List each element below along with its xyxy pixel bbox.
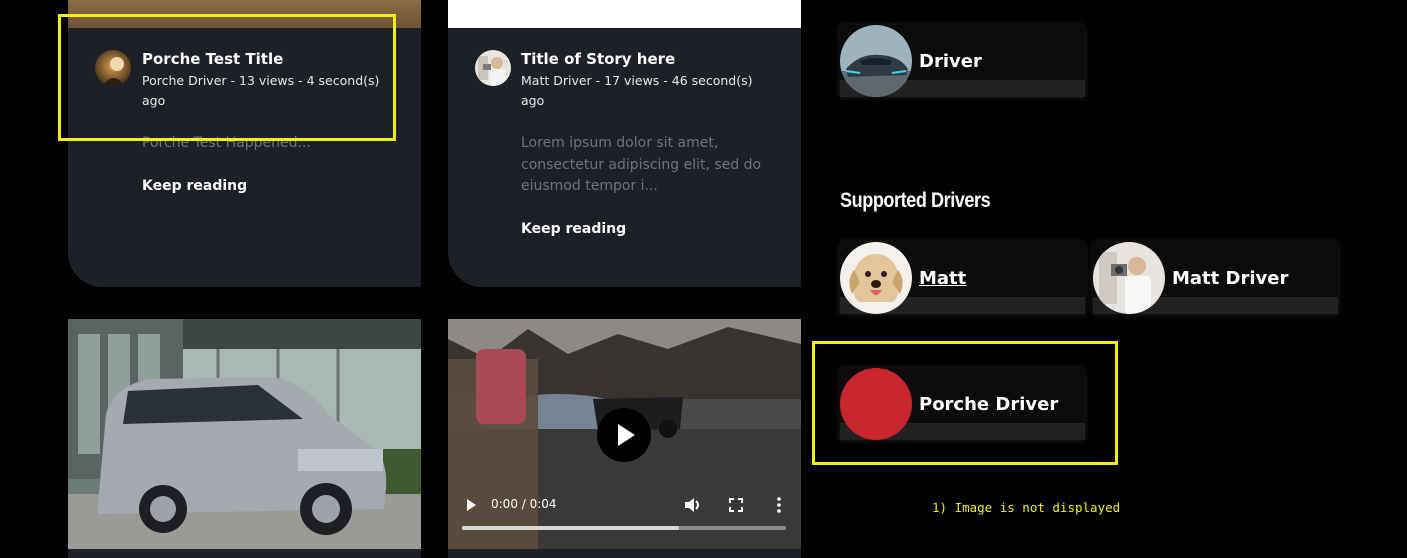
volume-icon[interactable] (684, 497, 702, 513)
story-card-2-meta: Matt Driver - 17 views - 46 second(s) ag… (521, 73, 753, 108)
image-bottom-bar (68, 549, 421, 558)
driver-name-top[interactable]: Driver (919, 51, 982, 72)
driver-avatar-optometry[interactable] (1093, 242, 1165, 314)
play-button[interactable] (597, 408, 651, 462)
driver-name-matt-driver[interactable]: Matt Driver (1172, 268, 1288, 289)
video-time: 0:00 / 0:04 (491, 497, 557, 511)
annotation-note: 1) Image is not displayed (932, 500, 1121, 515)
author-avatar[interactable] (475, 50, 511, 86)
video-progress-fill (462, 526, 680, 530)
fullscreen-icon[interactable] (729, 498, 743, 512)
play-icon (618, 424, 635, 446)
video-progress-track[interactable] (462, 526, 786, 530)
supported-drivers-heading: Supported Drivers (840, 189, 991, 212)
driver-name-matt[interactable]: Matt (919, 268, 966, 289)
driver-avatar-supercar[interactable] (840, 25, 912, 97)
keep-reading-link[interactable]: Keep reading (521, 221, 626, 237)
story-card-2-excerpt: Lorem ipsum dolor sit amet, consectetur … (521, 135, 762, 194)
story-image-minivan[interactable] (68, 319, 421, 558)
more-options-icon[interactable] (776, 497, 782, 513)
play-small-icon[interactable] (464, 498, 478, 512)
annotation-highlight-porche-driver (812, 341, 1118, 465)
driver-avatar-dog[interactable] (840, 242, 912, 314)
video-bottom-bar (448, 549, 801, 558)
story-card-2-title[interactable]: Title of Story here (521, 50, 675, 68)
story-card-2-image-strip[interactable] (448, 0, 801, 28)
keep-reading-link[interactable]: Keep reading (142, 178, 247, 194)
video-controls: 0:00 / 0:04 (448, 488, 801, 538)
annotation-highlight-card-1 (58, 14, 396, 141)
